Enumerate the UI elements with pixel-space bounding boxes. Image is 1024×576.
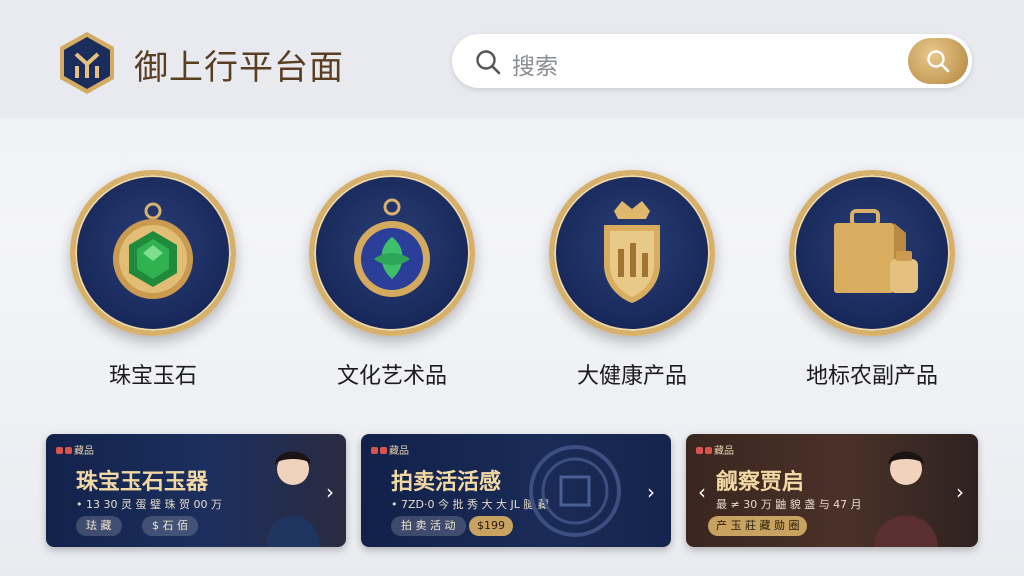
category-jewelry[interactable]: 珠宝玉石 — [67, 170, 239, 390]
category-label: 珠宝玉石 — [108, 364, 197, 389]
category-label: 文化艺术品 — [336, 364, 447, 389]
search-bar[interactable]: 搜索 — [452, 34, 972, 88]
chevron-right-icon[interactable]: › — [956, 480, 964, 504]
chevron-right-icon[interactable]: › — [647, 480, 655, 504]
category-badge[interactable] — [309, 170, 475, 336]
category-health[interactable]: 大健康产品 — [546, 170, 718, 390]
search-button[interactable] — [908, 38, 968, 84]
seal-medallion-image — [529, 445, 621, 537]
gift-box-jar-icon — [834, 209, 918, 293]
app-logo — [54, 30, 120, 96]
promo-action-button[interactable]: 珐 藏 — [76, 516, 122, 536]
search-icon — [476, 50, 501, 75]
app-title: 御上行平台面 — [134, 48, 344, 88]
crown-shield-icon — [604, 201, 660, 303]
category-culture-art[interactable]: 文化艺术品 — [306, 170, 478, 390]
promo-price-button[interactable]: $199 — [469, 516, 513, 536]
promo-banner-auction[interactable]: 藏品 拍卖活活感 • 7ZD·0 今 批 秀 大 大 JL 腿 藏 拍 卖 活 … — [361, 434, 671, 547]
promo-title: 珠宝玉石玉器 — [76, 470, 209, 495]
promo-tag: 藏品 — [371, 442, 409, 457]
promo-price-button[interactable]: $ 石 佰 — [142, 516, 198, 536]
model-portrait-image — [874, 451, 938, 547]
leaf-medallion-icon — [354, 198, 430, 297]
promo-subtitle: • 13 30 灵 蛋 璧 珠 贺 00 万 — [76, 498, 222, 511]
category-label: 地标农副产品 — [805, 364, 938, 389]
promo-title: 觎察贾启 — [716, 470, 805, 495]
header-bar: 御上行平台面 搜索 — [0, 0, 1024, 118]
promo-banner-jewelry[interactable]: 藏品 珠宝玉石玉器 • 13 30 灵 蛋 璧 珠 贺 00 万 珐 藏 $ 石… — [46, 434, 346, 547]
jade-pendant-icon — [113, 202, 193, 299]
search-input[interactable]: 搜索 — [512, 47, 558, 81]
promo-title: 拍卖活活感 — [391, 470, 502, 495]
promo-subtitle: 最 ≠ 30 万 鼬 貌 盏 与 47 月 — [716, 498, 862, 511]
model-portrait-image — [266, 451, 320, 547]
search-icon — [927, 50, 950, 73]
category-local-agri[interactable]: 地标农副产品 — [786, 170, 958, 390]
promo-action-button[interactable]: 产 玉 莊 藏 勋 圈 — [708, 516, 808, 536]
promo-banner-event[interactable]: 藏品 ‹ 觎察贾启 最 ≠ 30 万 鼬 貌 盏 与 47 月 产 玉 莊 藏 … — [686, 434, 978, 547]
promo-action-button[interactable]: 拍 卖 活 动 — [391, 516, 466, 536]
category-badge[interactable] — [549, 170, 715, 336]
promo-tag: 藏品 — [696, 442, 734, 457]
promo-tag: 藏品 — [56, 442, 94, 457]
category-badge[interactable] — [789, 170, 955, 336]
chevron-left-icon[interactable]: ‹ — [698, 480, 706, 504]
category-label: 大健康产品 — [576, 364, 687, 389]
chevron-right-icon[interactable]: › — [326, 480, 334, 504]
category-badge[interactable] — [70, 170, 236, 336]
